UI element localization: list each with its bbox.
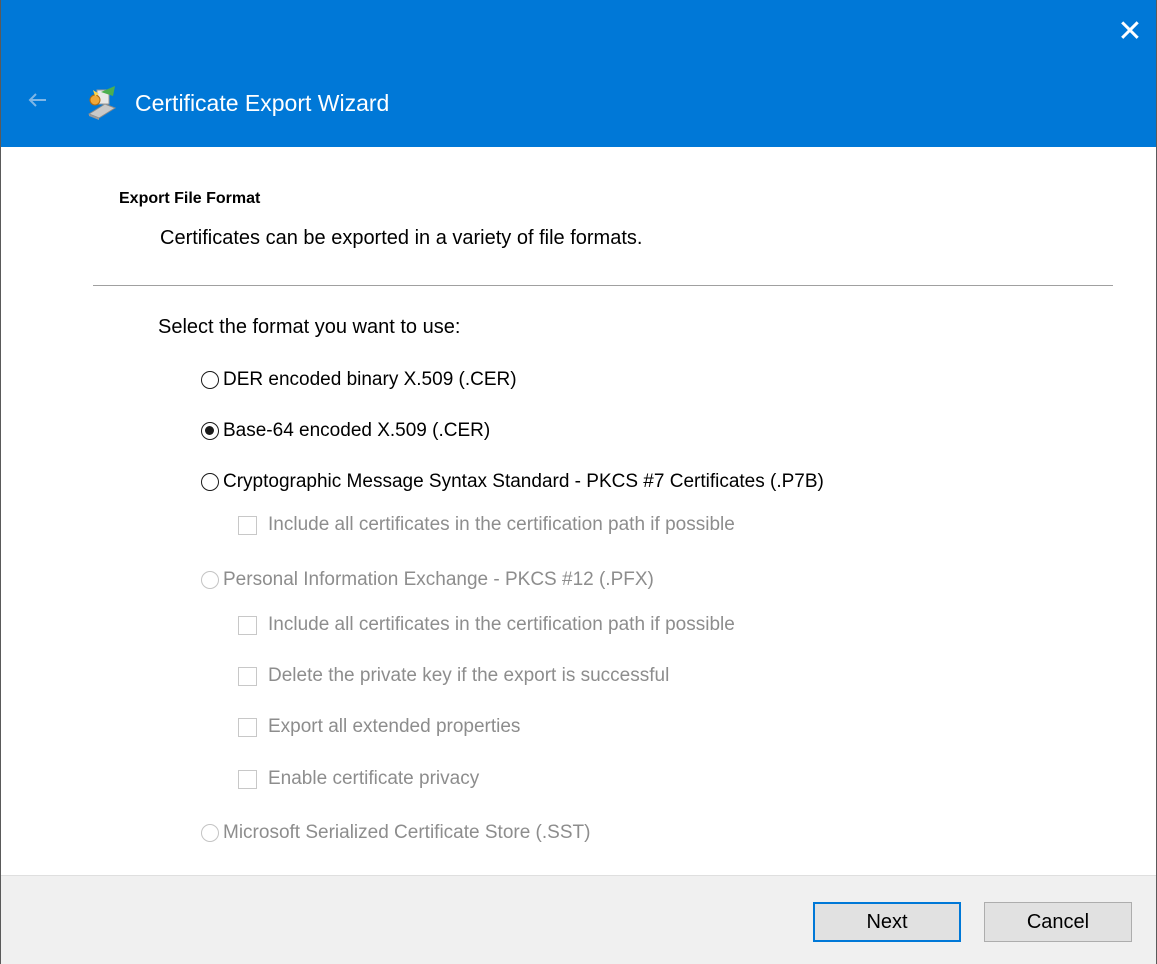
radio-label-der: DER encoded binary X.509 (.CER)	[223, 369, 517, 390]
header-divider	[93, 285, 1113, 286]
radio-label-pkcs7: Cryptographic Message Syntax Standard - …	[223, 471, 824, 492]
radio-option-sst[interactable]: Microsoft Serialized Certificate Store (…	[201, 820, 590, 846]
checkbox-pfx-include-path[interactable]	[238, 615, 257, 635]
cancel-button[interactable]: Cancel	[984, 902, 1132, 942]
back-arrow-icon[interactable]	[25, 88, 49, 112]
certificate-export-wizard-window: ✕ Certificate Export Wizard Export File …	[0, 0, 1157, 964]
radio-base64[interactable]	[201, 422, 219, 440]
checkbox-label-certificate-privacy: Enable certificate privacy	[268, 768, 480, 789]
window-title: Certificate Export Wizard	[135, 90, 390, 116]
checkbox-option-pfx-include-path[interactable]: Include all certificates in the certific…	[238, 612, 735, 638]
checkbox-certificate-privacy[interactable]	[238, 769, 257, 789]
checkbox-export-extended-properties[interactable]	[238, 717, 257, 737]
checkbox-label-p7b-include-path: Include all certificates in the certific…	[268, 514, 735, 535]
radio-option-base64[interactable]: Base-64 encoded X.509 (.CER)	[201, 418, 490, 444]
radio-sst[interactable]	[201, 824, 219, 842]
checkbox-option-export-extended-properties[interactable]: Export all extended properties	[238, 714, 520, 740]
next-button[interactable]: Next	[813, 902, 961, 942]
radio-option-pfx[interactable]: Personal Information Exchange - PKCS #12…	[201, 567, 654, 593]
close-icon[interactable]: ✕	[1112, 14, 1148, 50]
checkbox-option-certificate-privacy[interactable]: Enable certificate privacy	[238, 766, 479, 792]
checkbox-option-p7b-include-path[interactable]: Include all certificates in the certific…	[238, 512, 735, 538]
radio-option-pkcs7[interactable]: Cryptographic Message Syntax Standard - …	[201, 469, 824, 495]
title-bar: ✕ Certificate Export Wizard	[1, 0, 1156, 147]
radio-label-base64: Base-64 encoded X.509 (.CER)	[223, 420, 491, 441]
certificate-wizard-icon	[85, 84, 119, 120]
checkbox-label-export-extended-properties: Export all extended properties	[268, 716, 521, 737]
page-title: Export File Format	[119, 190, 261, 207]
format-prompt: Select the format you want to use:	[158, 316, 461, 338]
checkbox-delete-private-key[interactable]	[238, 666, 257, 686]
checkbox-option-delete-private-key[interactable]: Delete the private key if the export is …	[238, 663, 669, 689]
radio-pkcs7[interactable]	[201, 473, 219, 491]
checkbox-label-delete-private-key: Delete the private key if the export is …	[268, 665, 670, 686]
footer-bar: Next Cancel	[1, 875, 1156, 964]
radio-pfx[interactable]	[201, 571, 219, 589]
radio-der[interactable]	[201, 371, 219, 389]
radio-label-sst: Microsoft Serialized Certificate Store (…	[223, 822, 591, 843]
radio-option-der[interactable]: DER encoded binary X.509 (.CER)	[201, 367, 517, 393]
page-description: Certificates can be exported in a variet…	[160, 227, 643, 249]
checkbox-p7b-include-path[interactable]	[238, 515, 257, 535]
checkbox-label-pfx-include-path: Include all certificates in the certific…	[268, 614, 735, 635]
radio-label-pfx: Personal Information Exchange - PKCS #12…	[223, 569, 654, 590]
